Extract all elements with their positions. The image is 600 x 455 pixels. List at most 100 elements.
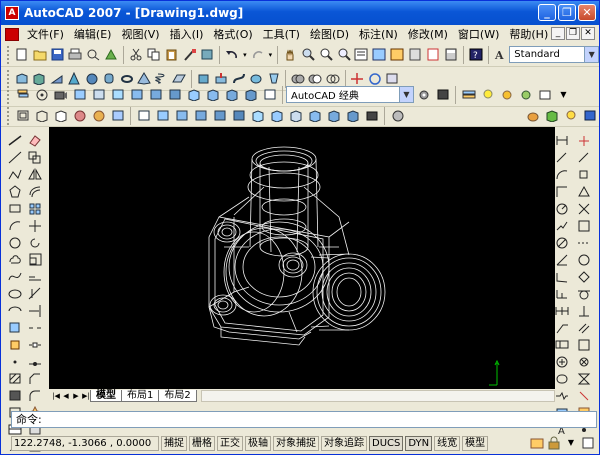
menu-help[interactable]: 帮助(H): [504, 26, 553, 42]
leader-icon[interactable]: [555, 320, 570, 334]
rectangle-icon[interactable]: [8, 201, 23, 215]
otrack-toggle[interactable]: 对象追踪: [321, 436, 367, 451]
break-icon[interactable]: [28, 337, 43, 351]
view-sw-iso-button[interactable]: [185, 86, 202, 103]
ucs-object-button[interactable]: [211, 107, 228, 124]
pan-button[interactable]: [282, 46, 298, 63]
trim-icon[interactable]: [28, 286, 43, 300]
autocad-app-icon[interactable]: A: [5, 6, 19, 20]
menu-insert[interactable]: 插入(I): [165, 26, 209, 42]
lock-icon[interactable]: [547, 436, 561, 450]
toolbar-grip[interactable]: [7, 45, 10, 64]
3d-orbit-button[interactable]: [33, 86, 50, 103]
zoom-window-button[interactable]: [318, 46, 334, 63]
menu-file[interactable]: 文件(F): [22, 26, 69, 42]
menu-dimension[interactable]: 标注(N): [354, 26, 403, 42]
publish-button[interactable]: [103, 46, 119, 63]
ucs-origin-button[interactable]: [249, 107, 266, 124]
layer-properties-button[interactable]: [460, 86, 477, 103]
tray-menu-icon[interactable]: ▼: [564, 436, 578, 450]
minimize-button[interactable]: _: [538, 4, 556, 21]
previous-tab-icon[interactable]: ◀: [61, 391, 71, 402]
circle-icon[interactable]: [8, 235, 23, 249]
stretch-icon[interactable]: [28, 269, 43, 283]
grid-toggle[interactable]: 栅格: [189, 436, 215, 451]
close-button[interactable]: ✕: [578, 4, 596, 21]
coordinate-readout[interactable]: 122.2748, -1.3066 , 0.0000: [11, 436, 159, 451]
lights-button[interactable]: [562, 107, 579, 124]
view-bottom-button[interactable]: [90, 86, 107, 103]
move-icon[interactable]: [28, 218, 43, 232]
toolbar-grip[interactable]: [7, 85, 10, 104]
visual-styles-manager-button[interactable]: [109, 107, 126, 124]
save-button[interactable]: [50, 46, 66, 63]
chevron-down-icon[interactable]: ▼: [584, 47, 599, 62]
clean-screen-icon[interactable]: [581, 436, 595, 450]
cut-button[interactable]: [128, 46, 144, 63]
ellipse-arc-icon[interactable]: [8, 303, 23, 317]
render-settings-button[interactable]: [389, 107, 406, 124]
realistic-button[interactable]: [71, 107, 88, 124]
title-bar[interactable]: A AutoCAD 2007 - [Drawing1.dwg] _ ❐ ✕: [1, 1, 599, 25]
block-editor-button[interactable]: [199, 46, 215, 63]
snap-nearest-icon[interactable]: [577, 371, 592, 385]
sheet-set-button[interactable]: [407, 46, 423, 63]
snap-intersection-icon[interactable]: [577, 201, 592, 215]
help-button[interactable]: ?: [468, 46, 484, 63]
chamfer-icon[interactable]: [28, 371, 43, 385]
3d-hidden-button[interactable]: [52, 107, 69, 124]
ucs-previous-button[interactable]: [173, 107, 190, 124]
revision-cloud-icon[interactable]: [8, 252, 23, 266]
menu-draw[interactable]: 绘图(D): [305, 26, 354, 42]
view-nw-iso-button[interactable]: [242, 86, 259, 103]
redo-dropdown-icon[interactable]: ▾: [268, 46, 274, 63]
snap-node-icon[interactable]: [577, 354, 592, 368]
undo-dropdown-icon[interactable]: ▾: [242, 46, 248, 63]
array-icon[interactable]: [28, 201, 43, 215]
fillet-icon[interactable]: [28, 388, 43, 402]
lineweight-toggle[interactable]: 线宽: [434, 436, 461, 451]
drawing-canvas[interactable]: [49, 127, 555, 393]
ucs-face-button[interactable]: [192, 107, 209, 124]
scale-icon[interactable]: [28, 252, 43, 266]
view-ne-iso-button[interactable]: [223, 86, 240, 103]
snap-none-icon[interactable]: [577, 388, 592, 402]
new-file-button[interactable]: [14, 46, 30, 63]
paste-button[interactable]: [164, 46, 180, 63]
workspace-settings-button[interactable]: [415, 86, 432, 103]
tab-layout1[interactable]: 布局1: [121, 390, 160, 402]
menu-modify[interactable]: 修改(M): [403, 26, 453, 42]
tab-model[interactable]: 模型: [90, 390, 122, 402]
quickcalc-button[interactable]: [443, 46, 459, 63]
polar-toggle[interactable]: 极轴: [245, 436, 271, 451]
my-workspace-button[interactable]: [434, 86, 451, 103]
extend-icon[interactable]: [28, 303, 43, 317]
layer-thaw-icon[interactable]: [498, 86, 515, 103]
snap-from-icon[interactable]: [577, 150, 592, 164]
snap-parallel-icon[interactable]: [577, 320, 592, 334]
osnap-toggle[interactable]: 对象捕捉: [273, 436, 319, 451]
view-top-button[interactable]: [71, 86, 88, 103]
ortho-toggle[interactable]: 正交: [217, 436, 243, 451]
temp-tracking-icon[interactable]: [577, 133, 592, 147]
zoom-previous-button[interactable]: [336, 46, 352, 63]
toolbar-grip[interactable]: [7, 106, 10, 125]
ucs-apply-button[interactable]: [363, 107, 380, 124]
ucs-zaxis-button[interactable]: [268, 107, 285, 124]
rotate-icon[interactable]: [28, 235, 43, 249]
camera-button[interactable]: [52, 86, 69, 103]
snap-toggle[interactable]: 捕捉: [161, 436, 187, 451]
mirror-icon[interactable]: [28, 167, 43, 181]
snap-insert-icon[interactable]: [577, 337, 592, 351]
polyline-icon[interactable]: [8, 167, 23, 181]
dyn-toggle[interactable]: DYN: [405, 436, 433, 451]
snap-extension-icon[interactable]: [577, 235, 592, 249]
render-button[interactable]: [524, 107, 541, 124]
tool-palettes-button[interactable]: [389, 46, 405, 63]
ucs-x-button[interactable]: [306, 107, 323, 124]
undo-button[interactable]: [224, 46, 240, 63]
environment-button[interactable]: [581, 107, 598, 124]
baseline-icon[interactable]: [555, 286, 570, 300]
jogged-icon[interactable]: [555, 218, 570, 232]
3d-wireframe-button[interactable]: [33, 107, 50, 124]
